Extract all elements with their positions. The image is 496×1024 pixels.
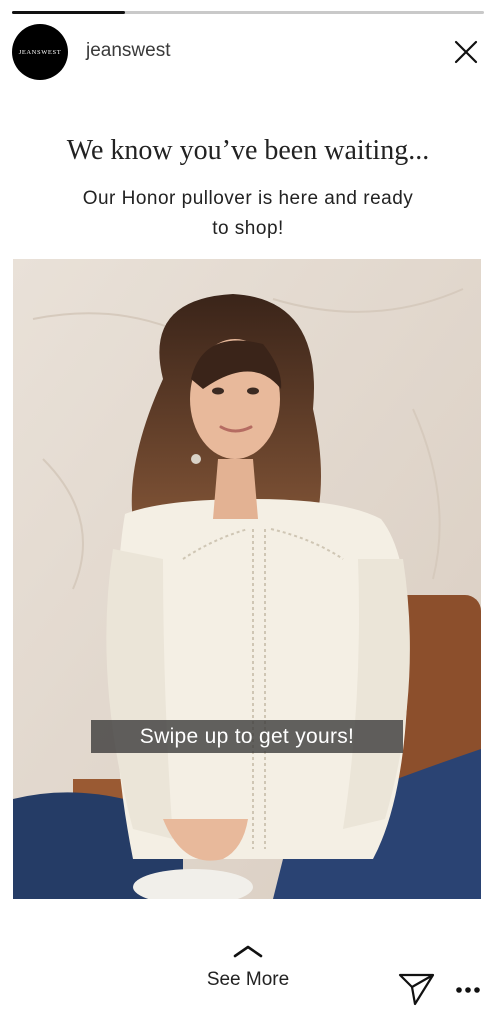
avatar-logo-text: JEANSWEST [18,48,62,56]
story-headline: We know you’ve been waiting... [66,135,430,166]
see-more-button[interactable]: See More [198,944,298,991]
send-button[interactable] [398,971,436,1007]
more-options-button[interactable] [455,982,481,993]
story-progress-fill [12,11,126,14]
story-subline: Our Honor pullover is here and ready to … [82,188,414,239]
chevron-up-icon [233,945,263,958]
close-icon [454,40,478,64]
send-icon [398,973,435,1006]
see-more-label: See More [206,969,290,990]
close-button[interactable] [452,38,480,66]
more-icon [456,987,480,993]
story-header: JEANSWEST jeanswest [12,24,484,80]
account-username[interactable]: jeanswest [86,40,171,62]
product-photo [13,259,481,899]
avatar[interactable]: JEANSWEST [12,24,68,80]
story-progress-track [12,11,484,14]
swipe-up-caption: Swipe up to get yours! [91,720,403,753]
model-in-pullover-image [13,259,481,899]
